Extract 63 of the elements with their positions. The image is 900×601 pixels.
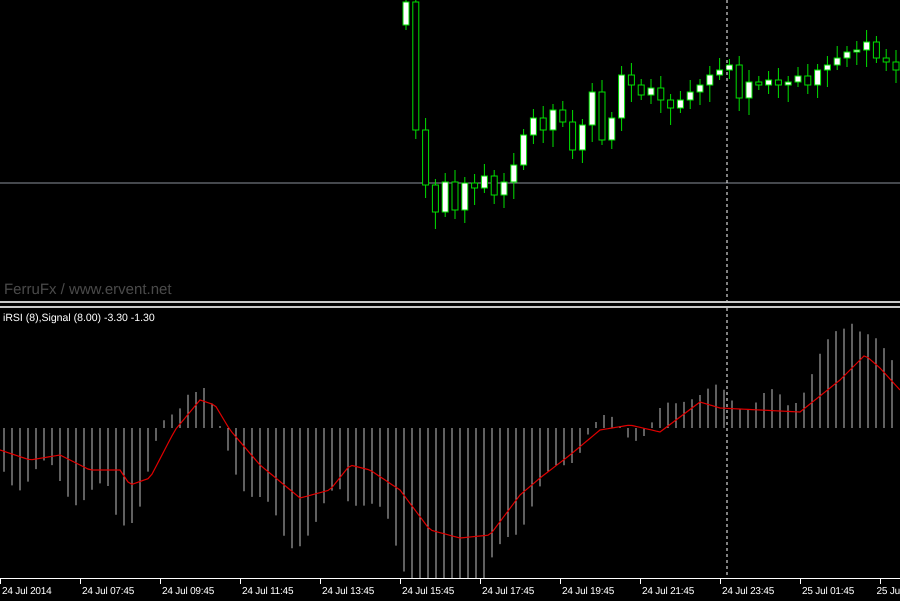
candlestick: [726, 58, 733, 80]
candlestick: [452, 170, 458, 220]
candlestick: [882, 48, 890, 72]
candlestick: [686, 80, 694, 110]
axis-label: 24 Jul 11:45: [242, 585, 294, 599]
candlestick: [490, 170, 498, 204]
candlestick: [834, 46, 841, 70]
axis-label: 24 Jul 15:45: [402, 585, 454, 599]
candlestick: [471, 174, 478, 206]
candlestick: [844, 46, 850, 68]
candlestick: [746, 70, 752, 116]
candlestick: [774, 68, 782, 98]
candlestick: [461, 176, 468, 224]
axis-label: 24 Jul 21:45: [642, 585, 694, 599]
candlestick: [804, 64, 812, 94]
candlestick: [540, 106, 547, 144]
axis-label: 24 Jul 07:45: [82, 585, 134, 599]
candlestick: [628, 62, 635, 102]
candlestick: [814, 64, 822, 98]
candlestick: [667, 94, 674, 126]
axis-label: 24 Jul 2014: [2, 585, 52, 599]
candlestick: [872, 36, 880, 64]
candlestick: [824, 56, 831, 88]
candlestick: [550, 104, 556, 148]
candlestick: [765, 70, 772, 94]
axis-label: 25 Ju: [876, 585, 900, 599]
chart-caption: FerruFx / www.ervent.net: [4, 280, 172, 300]
axis-label: 24 Jul 17:45: [482, 585, 534, 599]
candlestick: [598, 80, 606, 146]
axis-label: 24 Jul 19:45: [562, 585, 614, 599]
candlestick: [794, 66, 802, 88]
candlestick: [736, 56, 743, 112]
candlestick: [892, 50, 900, 84]
candlestick: [432, 178, 439, 230]
candlestick: [755, 76, 762, 90]
candlestick: [500, 172, 508, 208]
candlestick: [520, 128, 528, 170]
axis-label: 24 Jul 13:45: [322, 585, 374, 599]
candlestick: [442, 172, 449, 218]
candlestick: [588, 82, 596, 142]
candlestick: [510, 152, 518, 200]
axis-label: 25 Jul 01:45: [802, 585, 854, 599]
candlestick: [618, 66, 626, 132]
axis-label: 24 Jul 23:45: [722, 585, 774, 599]
candlestick: [559, 100, 566, 128]
candlestick: [480, 164, 488, 194]
candlestick: [676, 90, 684, 114]
candlestick: [657, 76, 664, 114]
candlestick: [853, 40, 860, 66]
candlestick: [716, 58, 724, 80]
candlestick: [863, 30, 870, 68]
candlestick: [530, 108, 537, 144]
candlestick: [578, 118, 586, 164]
axis-label: 24 Jul 09:45: [162, 585, 214, 599]
candlestick: [569, 110, 576, 160]
candlestick: [784, 76, 792, 102]
candlestick: [638, 78, 645, 100]
candlestick: [696, 78, 704, 106]
indicator-label: iRSI (8),Signal (8.00) -3.30 -1.30: [3, 311, 155, 326]
candlestick: [608, 112, 616, 150]
candlestick: [648, 78, 654, 104]
candlestick: [402, 0, 410, 30]
candlestick: [706, 66, 714, 102]
